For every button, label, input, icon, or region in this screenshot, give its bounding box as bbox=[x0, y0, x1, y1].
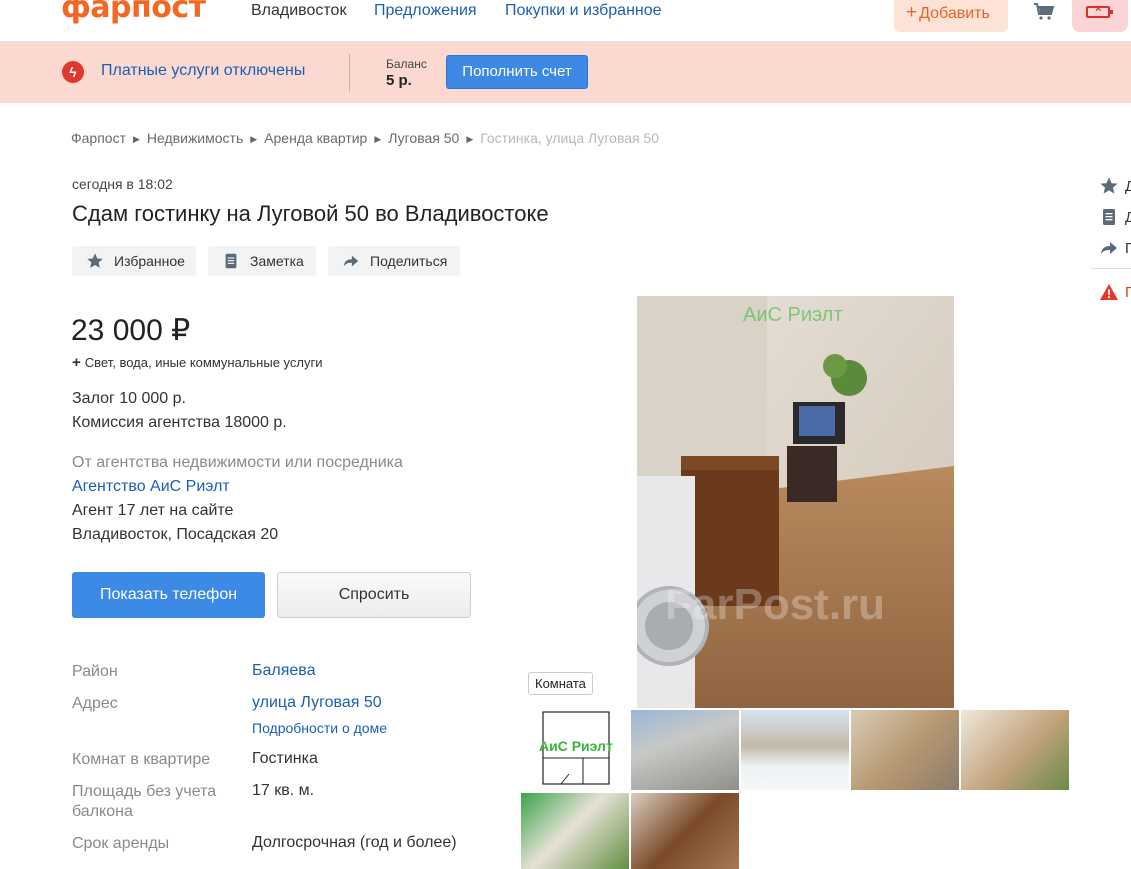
photo-watermark-agency: АиС Риэлт bbox=[743, 304, 843, 326]
ask-button[interactable]: Спросить bbox=[277, 572, 471, 618]
property-value: 17 кв. м. bbox=[252, 782, 315, 799]
note-icon[interactable] bbox=[1099, 207, 1119, 227]
listing-title: Сдам гостинку на Луговой 50 во Владивост… bbox=[72, 201, 549, 226]
property-label: Район bbox=[72, 663, 118, 680]
site-logo[interactable]: фарпост bbox=[61, 0, 206, 25]
nav-offers-link[interactable]: Предложения bbox=[374, 2, 477, 20]
nav-purchases-link[interactable]: Покупки и избранное bbox=[505, 2, 662, 20]
thumbnail-floor-plan[interactable]: АиС Риэлт bbox=[521, 710, 629, 790]
favorite-label: Избранное bbox=[114, 253, 185, 269]
paid-services-status[interactable]: Платные услуги отключены bbox=[101, 62, 305, 80]
show-phone-button[interactable]: Показать телефон bbox=[72, 572, 265, 618]
listing-date: сегодня в 18:02 bbox=[72, 176, 173, 192]
photo-watermark-site: FarPost.ru bbox=[665, 580, 886, 629]
property-value: Гостинка bbox=[252, 750, 318, 767]
divider bbox=[1091, 268, 1131, 269]
share-button[interactable]: Поделиться bbox=[328, 246, 460, 276]
city-selector[interactable]: Владивосток bbox=[251, 2, 346, 20]
property-label: Срок аренды bbox=[72, 835, 170, 852]
photo-caption: Комната bbox=[528, 672, 593, 695]
thumbnail-building[interactable] bbox=[631, 710, 739, 790]
agent-tenure: Агент 17 лет на сайте bbox=[72, 502, 234, 519]
main-photo[interactable]: АиС Риэлт FarPost.ru bbox=[637, 296, 954, 708]
agency-link[interactable]: Агентство АиС Риэлт bbox=[72, 478, 230, 496]
share-icon[interactable] bbox=[1099, 238, 1119, 258]
room-photo-image bbox=[637, 296, 954, 708]
deposit-text: Залог 10 000 р. bbox=[72, 390, 186, 407]
district-link[interactable]: Баляева bbox=[252, 662, 316, 680]
utilities-text: Свет, вода, иные коммунальные услуги bbox=[84, 355, 323, 370]
seller-type: От агентства недвижимости или посредника bbox=[72, 454, 403, 471]
balance-status-button[interactable]: × bbox=[1072, 0, 1128, 32]
breadcrumb-item[interactable]: Фарпост bbox=[71, 130, 126, 146]
topup-button[interactable]: Пополнить счет bbox=[446, 55, 588, 89]
chevron-right-icon: ▶ bbox=[374, 134, 382, 144]
chevron-right-icon: ▶ bbox=[133, 134, 140, 144]
favorite-button[interactable]: Избранное bbox=[72, 246, 196, 276]
add-listing-button[interactable]: + Добавить bbox=[894, 0, 1008, 32]
rail-report-label[interactable]: П bbox=[1125, 284, 1131, 301]
breadcrumb-current: Гостинка, улица Луговая 50 bbox=[480, 130, 660, 146]
plus-icon: + bbox=[72, 354, 81, 371]
add-listing-label: Добавить bbox=[919, 5, 990, 22]
share-label: Поделиться bbox=[370, 253, 448, 269]
address-link[interactable]: улица Луговая 50 bbox=[252, 694, 382, 712]
breadcrumb-item[interactable]: Недвижимость bbox=[147, 130, 243, 146]
breadcrumb: Фарпост ▶ Недвижимость ▶ Аренда квартир ▶ Луго… bbox=[71, 130, 659, 146]
note-label: Заметка bbox=[250, 253, 304, 269]
rail-favorite-label[interactable]: Д bbox=[1125, 178, 1131, 195]
cart-icon[interactable] bbox=[1033, 2, 1055, 20]
top-header: фарпост Владивосток Предложения Покупки … bbox=[0, 0, 1131, 42]
thumbnail-interior[interactable] bbox=[961, 710, 1069, 790]
divider bbox=[349, 54, 350, 92]
note-icon bbox=[225, 253, 237, 269]
rail-share-label[interactable]: П bbox=[1125, 240, 1131, 257]
property-label: Площадь без учета балкона bbox=[72, 783, 217, 820]
thumbnail-bathroom[interactable] bbox=[521, 793, 629, 869]
plus-icon: + bbox=[906, 2, 918, 23]
balance-value: 5 р. bbox=[386, 72, 412, 89]
thumbnail-room[interactable] bbox=[851, 710, 959, 790]
property-label: Адрес bbox=[72, 695, 118, 712]
rail-note-label[interactable]: Д bbox=[1125, 209, 1131, 226]
utilities-note: + Свет, вода, иные коммунальные услуги bbox=[72, 354, 322, 371]
chevron-right-icon: ▶ bbox=[250, 134, 258, 144]
property-value: Долгосрочная (год и более) bbox=[252, 834, 457, 851]
warning-icon[interactable] bbox=[1099, 282, 1119, 302]
share-icon bbox=[343, 255, 359, 267]
note-button[interactable]: Заметка bbox=[208, 246, 316, 276]
breadcrumb-item[interactable]: Аренда квартир bbox=[264, 130, 367, 146]
battery-icon: × bbox=[1086, 3, 1113, 18]
lightning-icon: ϟ bbox=[62, 61, 84, 83]
thumbnail-room-tv[interactable] bbox=[631, 793, 739, 869]
floor-plan-watermark: АиС Риэлт bbox=[539, 738, 613, 754]
star-icon[interactable] bbox=[1099, 176, 1119, 196]
chevron-right-icon: ▶ bbox=[466, 134, 474, 144]
house-details-link[interactable]: Подробности о доме bbox=[252, 720, 387, 736]
thumbnail-view[interactable] bbox=[741, 710, 849, 790]
balance-label: Баланс bbox=[386, 57, 427, 71]
star-icon bbox=[87, 253, 103, 268]
listing-price: 23 000 ₽ bbox=[71, 314, 191, 347]
breadcrumb-item[interactable]: Луговая 50 bbox=[388, 130, 459, 146]
commission-text: Комиссия агентства 18000 р. bbox=[72, 414, 287, 431]
property-label: Комнат в квартире bbox=[72, 751, 211, 768]
agency-address: Владивосток, Посадская 20 bbox=[72, 526, 279, 543]
paid-services-banner: ϟ Платные услуги отключены Баланс 5 р. П… bbox=[0, 42, 1131, 103]
